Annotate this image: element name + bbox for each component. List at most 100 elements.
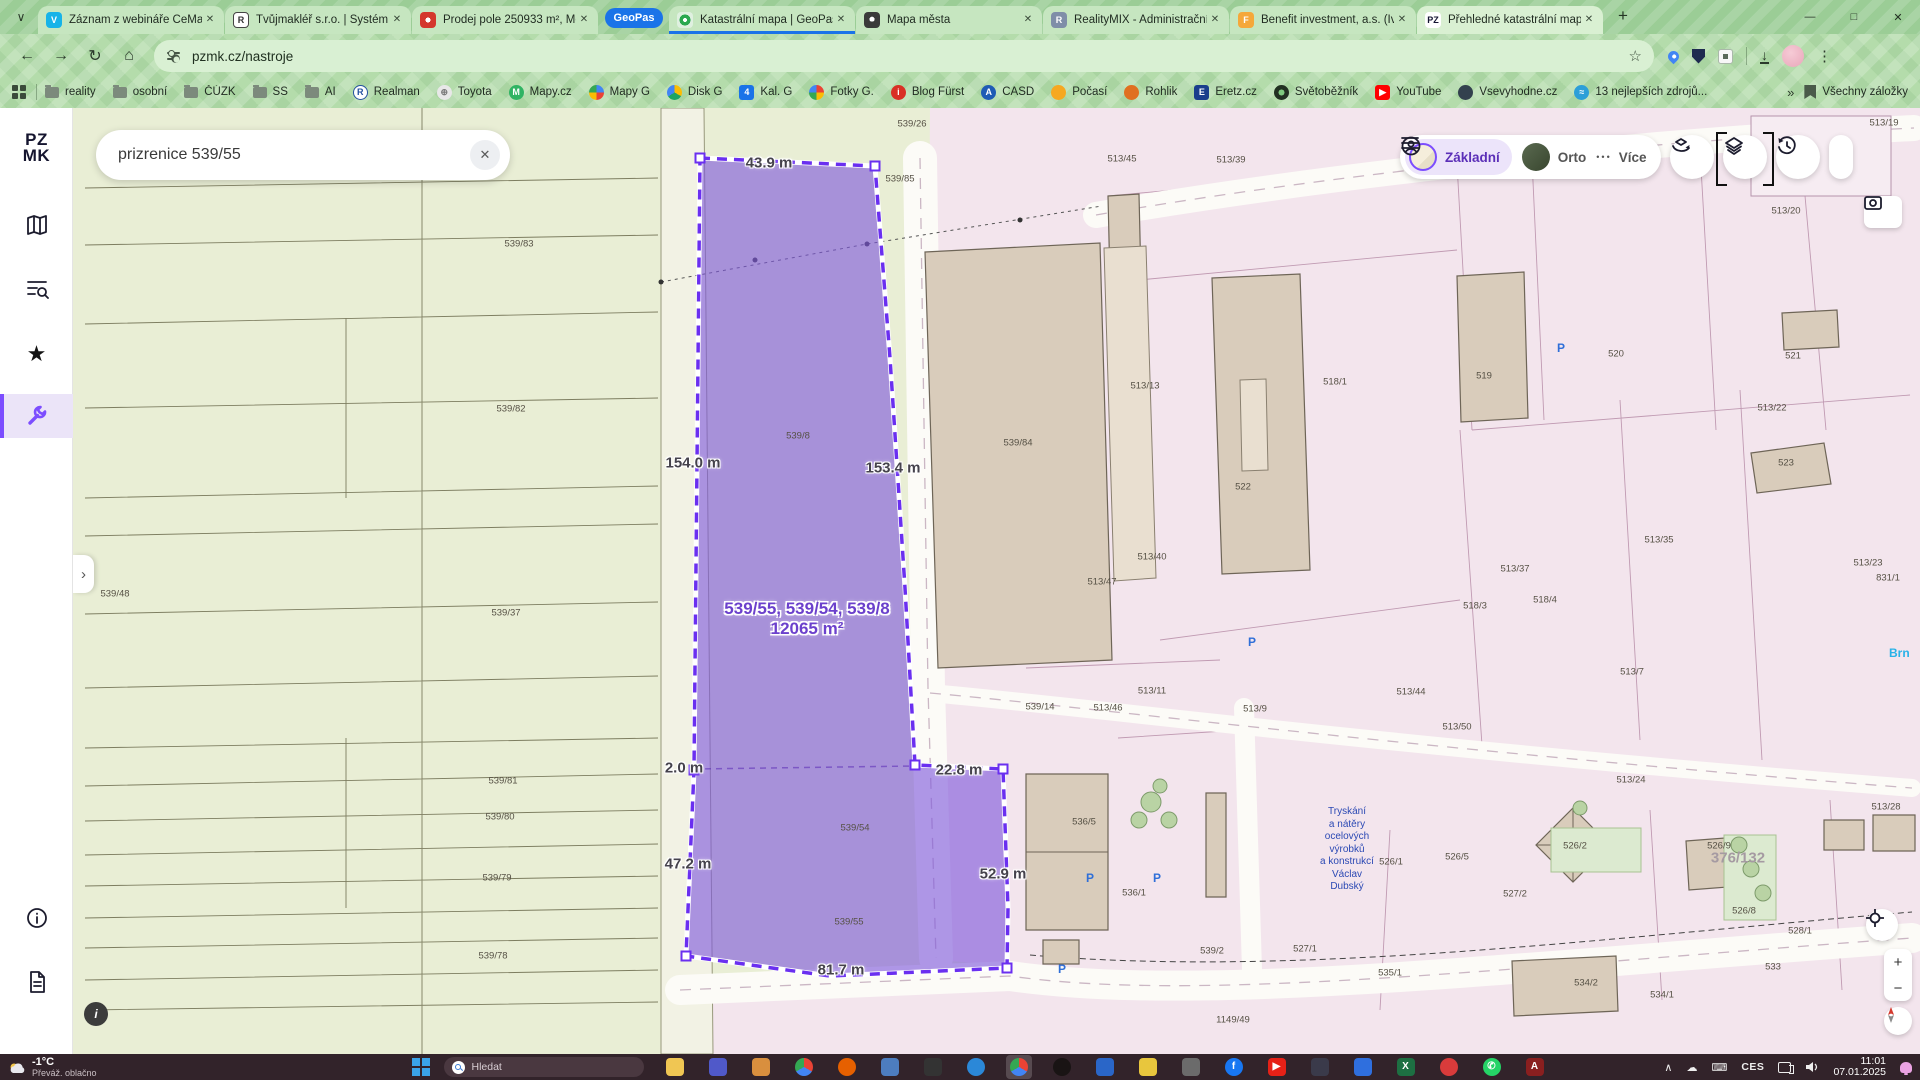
browser-menu-icon[interactable]: ⋮ bbox=[1817, 47, 1832, 65]
site-settings-icon[interactable] bbox=[166, 49, 182, 63]
taskbar-app-spotify[interactable] bbox=[1049, 1055, 1075, 1079]
browser-tab[interactable]: Mapa města ✕ bbox=[856, 6, 1042, 34]
map-search-bar[interactable]: ✕ bbox=[96, 130, 510, 180]
tab-close-icon[interactable]: ✕ bbox=[1020, 12, 1036, 28]
extensions-icon[interactable] bbox=[1718, 49, 1733, 64]
rotate-3d-button[interactable] bbox=[1670, 135, 1714, 179]
bookmark-item[interactable]: ⊕ Toyota bbox=[437, 85, 492, 100]
basemap-orto-button[interactable]: Orto bbox=[1522, 143, 1587, 171]
zoom-in-button[interactable]: + bbox=[1884, 949, 1912, 975]
taskbar-app-camera[interactable] bbox=[1178, 1055, 1204, 1079]
pzmk-logo[interactable]: PZMK bbox=[0, 132, 73, 164]
taskbar-app-whatsapp[interactable]: ✆ bbox=[1479, 1055, 1505, 1079]
profile-avatar[interactable] bbox=[1782, 45, 1804, 67]
tab-close-icon[interactable]: ✕ bbox=[833, 12, 849, 28]
taskbar-app-adobe[interactable]: A bbox=[1522, 1055, 1548, 1079]
address-bar[interactable]: pzmk.cz/nastroje ☆ bbox=[154, 40, 1654, 72]
taskbar-app-excel[interactable]: X bbox=[1393, 1055, 1419, 1079]
all-bookmarks-button[interactable]: Všechny záložky bbox=[1804, 85, 1908, 99]
bookmark-item[interactable]: R Realman bbox=[353, 85, 420, 100]
taskbar-app-sticky-notes[interactable] bbox=[1135, 1055, 1161, 1079]
taskbar-app-edge[interactable] bbox=[963, 1055, 989, 1079]
taskbar-app-calculator[interactable] bbox=[877, 1055, 903, 1079]
screenshot-button[interactable] bbox=[1864, 196, 1902, 228]
sidebar-item-info[interactable] bbox=[0, 896, 73, 940]
compass-button[interactable] bbox=[1884, 1007, 1912, 1035]
search-input[interactable] bbox=[118, 146, 470, 164]
browser-tab[interactable]: PZ Přehledné katastrální mapy ✕ bbox=[1417, 6, 1603, 34]
window-button-restore[interactable]: □ bbox=[1832, 0, 1876, 34]
taskbar-app-outlook[interactable] bbox=[1092, 1055, 1118, 1079]
map-info-button[interactable]: i bbox=[84, 1002, 108, 1026]
notifications-bell-icon[interactable] bbox=[1900, 1062, 1912, 1073]
bookmark-item[interactable]: Počasí bbox=[1051, 85, 1107, 100]
bookmark-item[interactable]: Fotky G. bbox=[809, 85, 873, 100]
language-indicator[interactable]: CES bbox=[1741, 1061, 1764, 1073]
window-button-minimize[interactable]: — bbox=[1788, 0, 1832, 34]
taskbar-app-teams[interactable] bbox=[705, 1055, 731, 1079]
onedrive-icon[interactable]: ☁ bbox=[1686, 1061, 1697, 1074]
tab-close-icon[interactable]: ✕ bbox=[1207, 12, 1223, 28]
taskbar-app-terminal[interactable] bbox=[920, 1055, 946, 1079]
map-viewport[interactable]: 539/83539/82539/37539/81539/80539/79539/… bbox=[0, 108, 1920, 1054]
bookmark-star-icon[interactable]: ☆ bbox=[1629, 47, 1642, 65]
taskbar-app-file-explorer[interactable] bbox=[662, 1055, 688, 1079]
bookmark-item[interactable]: ≈ 13 nejlepších zdrojů... bbox=[1574, 85, 1707, 100]
taskbar-weather[interactable]: -1°C Převáž. oblačno bbox=[0, 1057, 130, 1078]
browser-tab[interactable]: Katastrální mapa | GeoPas.c ✕ bbox=[669, 6, 855, 34]
browser-tab[interactable]: R RealityMIX - Administrační ✕ bbox=[1043, 6, 1229, 34]
bookmark-item[interactable]: ČÚZK bbox=[184, 86, 235, 98]
bookmark-item[interactable]: 4 Kal. G bbox=[739, 85, 792, 100]
window-button-close[interactable]: ✕ bbox=[1876, 0, 1920, 34]
taskbar-app-youtube[interactable]: ▶ bbox=[1264, 1055, 1290, 1079]
touch-keyboard-icon[interactable]: ⌨ bbox=[1711, 1061, 1727, 1074]
taskbar-app-tv[interactable] bbox=[1307, 1055, 1333, 1079]
tab-search-button[interactable]: ∨ bbox=[8, 4, 34, 30]
back-icon[interactable]: ← bbox=[12, 41, 42, 71]
browser-tab[interactable]: F Benefit investment, a.s. (Iva ✕ bbox=[1230, 6, 1416, 34]
bookmark-item[interactable]: Světoběžník bbox=[1274, 85, 1358, 100]
account-icon[interactable] bbox=[1400, 135, 1422, 157]
new-tab-button[interactable]: + bbox=[1610, 4, 1636, 30]
bookmark-item[interactable]: reality bbox=[45, 86, 96, 98]
location-pin-extension-icon[interactable] bbox=[1666, 48, 1682, 64]
bookmark-item[interactable]: osobní bbox=[113, 86, 168, 98]
layers-button[interactable] bbox=[1723, 135, 1767, 179]
bookmark-item[interactable]: ▶ YouTube bbox=[1375, 85, 1441, 100]
taskbar-app-photos-win[interactable] bbox=[1350, 1055, 1376, 1079]
taskbar-app-edge-dev[interactable] bbox=[748, 1055, 774, 1079]
locate-me-button[interactable] bbox=[1866, 909, 1898, 941]
browser-tab[interactable]: GeoPas ✕ bbox=[605, 8, 663, 28]
forward-icon[interactable]: → bbox=[46, 41, 76, 71]
sidebar-item-documents[interactable] bbox=[0, 960, 73, 1004]
bookmark-item[interactable]: AI bbox=[305, 86, 336, 98]
tab-close-icon[interactable]: ✕ bbox=[576, 12, 592, 28]
tab-close-icon[interactable]: ✕ bbox=[1581, 12, 1597, 28]
tray-hidden-icons-chevron[interactable]: ∧ bbox=[1664, 1061, 1672, 1074]
downloads-icon[interactable]: ↓ bbox=[1760, 49, 1769, 64]
network-icon[interactable] bbox=[1778, 1062, 1791, 1073]
zoom-out-button[interactable]: − bbox=[1884, 975, 1912, 1001]
taskbar-app-chrome[interactable] bbox=[791, 1055, 817, 1079]
shield-extension-icon[interactable] bbox=[1692, 49, 1705, 64]
taskbar-app-maps-pin[interactable] bbox=[1436, 1055, 1462, 1079]
bookmark-item[interactable]: M Mapy.cz bbox=[509, 85, 572, 100]
basemap-more-button[interactable]: ••• Více bbox=[1596, 150, 1646, 165]
sidebar-item-map[interactable] bbox=[0, 203, 73, 247]
reload-icon[interactable]: ↻ bbox=[80, 41, 110, 71]
bookmark-item[interactable]: A CASD bbox=[981, 85, 1034, 100]
taskbar-app-facebook[interactable]: f bbox=[1221, 1055, 1247, 1079]
search-clear-icon[interactable]: ✕ bbox=[470, 140, 500, 170]
sidebar-item-search-list[interactable] bbox=[0, 267, 73, 311]
start-button[interactable] bbox=[412, 1058, 430, 1076]
tab-close-icon[interactable]: ✕ bbox=[1394, 12, 1410, 28]
bookmark-item[interactable]: Mapy G bbox=[589, 85, 650, 100]
taskbar-app-chrome-active[interactable] bbox=[1006, 1055, 1032, 1079]
url-text[interactable]: pzmk.cz/nastroje bbox=[192, 49, 1629, 64]
bookmark-item[interactable]: E Eretz.cz bbox=[1194, 85, 1257, 100]
sidebar-item-favorites[interactable]: ★ bbox=[0, 332, 73, 376]
browser-tab[interactable]: V Záznam z webináře CeMap ✕ bbox=[38, 6, 224, 34]
volume-icon[interactable] bbox=[1805, 1061, 1819, 1073]
taskbar-clock[interactable]: 11:01 07.01.2025 bbox=[1833, 1056, 1886, 1078]
home-icon[interactable]: ⌂ bbox=[114, 41, 144, 71]
